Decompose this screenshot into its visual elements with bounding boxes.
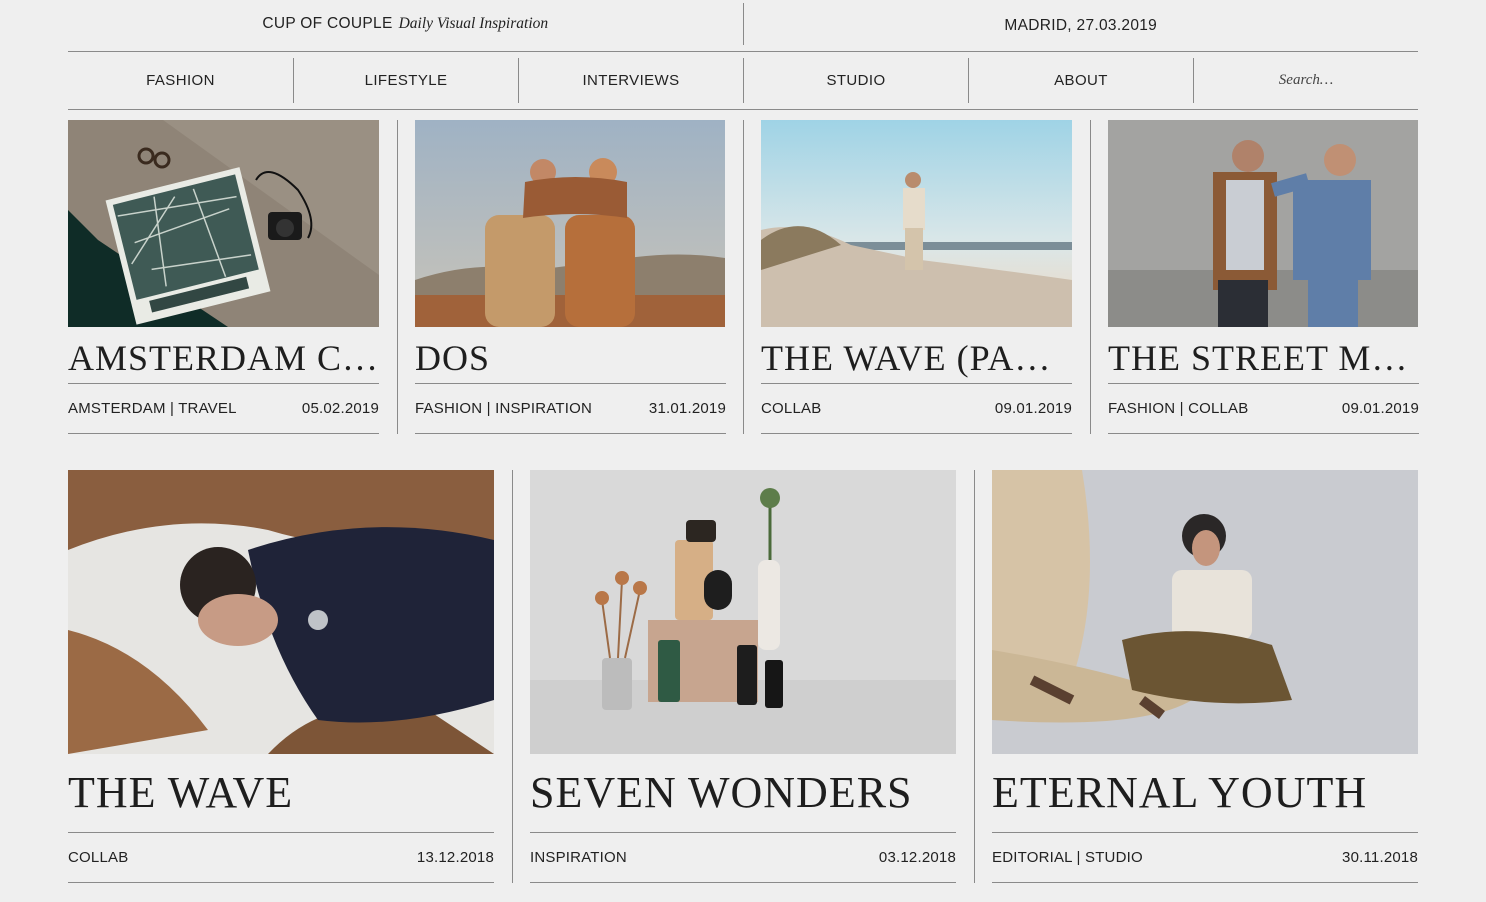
post-tags[interactable]: FASHION | INSPIRATION: [415, 400, 592, 417]
divider: [743, 120, 744, 434]
post-title[interactable]: SEVEN WONDERS: [530, 768, 956, 818]
divider: [974, 470, 975, 883]
post-title[interactable]: THE WAVE (PART II): [761, 336, 1072, 380]
post-tags[interactable]: AMSTERDAM | TRAVEL: [68, 400, 237, 417]
post-image-street-duo[interactable]: [1108, 120, 1419, 327]
search-input[interactable]: [1226, 72, 1386, 89]
divider: [512, 470, 513, 883]
nav-interviews[interactable]: INTERVIEWS: [518, 58, 743, 103]
nav-fashion[interactable]: FASHION: [68, 52, 293, 109]
search-box: [1193, 58, 1418, 103]
post-card[interactable]: ETERNAL YOUTH EDITORIAL | STUDIO 30.11.2…: [992, 470, 1418, 883]
post-meta: AMSTERDAM | TRAVEL 05.02.2019: [68, 383, 379, 434]
post-image-product-still-life[interactable]: [530, 470, 956, 754]
post-title[interactable]: THE WAVE: [68, 768, 494, 818]
post-title[interactable]: DOS: [415, 336, 726, 380]
post-date: 09.01.2019: [994, 400, 1072, 417]
post-meta: COLLAB 13.12.2018: [68, 832, 494, 883]
post-image-map-camera[interactable]: [68, 120, 379, 327]
nav-studio[interactable]: STUDIO: [743, 58, 968, 103]
main-nav: FASHION LIFESTYLE INTERVIEWS STUDIO ABOU…: [68, 52, 1418, 110]
post-image-beach-dunes[interactable]: [761, 120, 1072, 327]
nav-about[interactable]: ABOUT: [968, 58, 1193, 103]
post-card[interactable]: THE STREET MOVEMENT FASHION | COLLAB 09.…: [1108, 120, 1419, 434]
post-card[interactable]: AMSTERDAM CITY GUIDE AMSTERDAM | TRAVEL …: [68, 120, 379, 434]
post-date: 03.12.2018: [878, 849, 956, 866]
post-image-man-on-soil[interactable]: [68, 470, 494, 754]
post-date: 09.01.2019: [1341, 400, 1419, 417]
post-meta: EDITORIAL | STUDIO 30.11.2018: [992, 832, 1418, 883]
post-title[interactable]: ETERNAL YOUTH: [992, 768, 1418, 818]
post-card[interactable]: THE WAVE (PART II) COLLAB 09.01.2019: [761, 120, 1072, 434]
post-title[interactable]: AMSTERDAM CITY GUIDE: [68, 336, 379, 380]
location-date: MADRID, 27.03.2019: [1004, 16, 1158, 34]
brand-tagline: Daily Visual Inspiration: [398, 15, 549, 32]
post-meta: FASHION | COLLAB 09.01.2019: [1108, 383, 1419, 434]
post-tags[interactable]: FASHION | COLLAB: [1108, 400, 1248, 417]
post-image-two-people-scarf[interactable]: [415, 120, 726, 327]
divider: [397, 120, 398, 434]
nav-lifestyle[interactable]: LIFESTYLE: [293, 58, 518, 103]
post-image-seated-model[interactable]: [992, 470, 1418, 754]
post-card[interactable]: DOS FASHION | INSPIRATION 31.01.2019: [415, 120, 726, 434]
post-tags[interactable]: COLLAB: [68, 849, 128, 866]
page: CUP OF COUPLE Daily Visual Inspiration M…: [68, 0, 1419, 902]
post-meta: INSPIRATION 03.12.2018: [530, 832, 956, 883]
post-date: 30.11.2018: [1342, 849, 1418, 866]
post-card[interactable]: SEVEN WONDERS INSPIRATION 03.12.2018: [530, 470, 956, 883]
brand[interactable]: CUP OF COUPLE Daily Visual Inspiration: [68, 3, 744, 45]
post-date: 31.01.2019: [648, 400, 726, 417]
post-card[interactable]: THE WAVE COLLAB 13.12.2018: [68, 470, 494, 883]
post-tags[interactable]: EDITORIAL | STUDIO: [992, 849, 1143, 866]
post-title[interactable]: THE STREET MOVEMENT: [1108, 336, 1419, 380]
post-tags[interactable]: INSPIRATION: [530, 849, 627, 866]
post-meta: COLLAB 09.01.2019: [761, 383, 1072, 434]
divider: [1090, 120, 1091, 434]
brand-name: CUP OF COUPLE: [262, 15, 393, 32]
post-date: 05.02.2019: [301, 400, 379, 417]
post-meta: FASHION | INSPIRATION 31.01.2019: [415, 383, 726, 434]
post-tags[interactable]: COLLAB: [761, 400, 821, 417]
top-bar: CUP OF COUPLE Daily Visual Inspiration M…: [68, 0, 1418, 52]
post-date: 13.12.2018: [416, 849, 494, 866]
